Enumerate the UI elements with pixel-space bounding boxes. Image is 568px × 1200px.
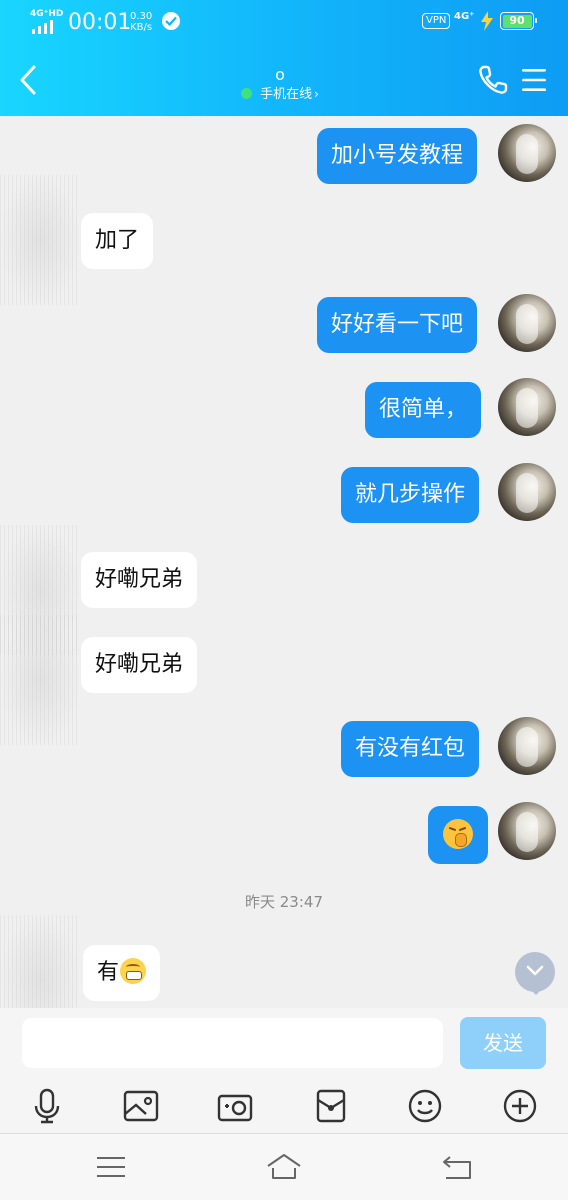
scroll-to-bottom-button[interactable] <box>515 952 555 995</box>
contact-avatar[interactable] <box>0 175 80 305</box>
chat-header: 4G⁺HD 00:01 0.30 KB/s VPN 4G⁺ 90 o 手机在线 › <box>0 0 568 116</box>
speed-value: 0.30 <box>130 11 153 22</box>
composer: 发送 <box>0 1008 568 1078</box>
check-icon <box>162 12 180 30</box>
send-button[interactable]: 发送 <box>460 1017 546 1069</box>
back-icon[interactable] <box>440 1152 476 1182</box>
outgoing-message[interactable]: 好好看一下吧 <box>317 297 478 353</box>
outgoing-message[interactable]: 有没有红包 <box>341 721 480 777</box>
system-nav-bar <box>0 1134 568 1200</box>
network-label: 4G⁺HD <box>30 9 64 19</box>
status-time: 00:01 <box>68 10 132 35</box>
image-icon[interactable] <box>122 1088 160 1124</box>
outgoing-message[interactable]: 就几步操作 <box>341 467 480 523</box>
my-avatar[interactable] <box>498 802 556 860</box>
net-type: 4G⁺ <box>454 11 475 22</box>
contact-name[interactable]: o <box>200 66 360 84</box>
my-avatar[interactable] <box>498 378 556 436</box>
online-status[interactable]: 手机在线 › <box>200 86 360 103</box>
incoming-message-text: 有 <box>97 960 120 985</box>
home-icon[interactable] <box>266 1152 302 1182</box>
back-arrow-icon[interactable] <box>16 64 40 96</box>
network-speed: 0.30 KB/s <box>130 11 152 33</box>
online-dot <box>241 88 253 99</box>
charging-icon <box>481 11 493 31</box>
phone-call-icon[interactable] <box>477 64 509 96</box>
my-avatar[interactable] <box>498 294 556 352</box>
online-status-label: 手机在线 <box>260 87 313 102</box>
incoming-message[interactable]: 加了 <box>81 213 154 269</box>
message-timestamp: 昨天 23:47 <box>245 893 323 911</box>
status-bar: 4G⁺HD 00:01 0.30 KB/s VPN 4G⁺ 90 <box>0 0 568 44</box>
battery-icon: 90 <box>500 12 537 30</box>
chevron-right-icon: › <box>314 87 319 101</box>
speed-unit: KB/s <box>130 22 153 33</box>
signal-icon <box>32 20 53 34</box>
menu-icon[interactable] <box>521 66 547 94</box>
message-input[interactable] <box>22 1018 443 1068</box>
incoming-message[interactable]: 好嘞兄弟 <box>81 552 198 608</box>
incoming-message[interactable]: 好嘞兄弟 <box>81 637 198 693</box>
red-packet-icon[interactable] <box>312 1088 350 1124</box>
composer-toolbar <box>0 1078 568 1134</box>
emoji-icon[interactable] <box>406 1088 444 1124</box>
contact-avatar[interactable] <box>0 615 80 745</box>
camera-icon[interactable] <box>216 1088 254 1124</box>
plus-icon[interactable] <box>501 1088 539 1124</box>
shy-hand-face-emoji <box>443 819 473 849</box>
microphone-icon[interactable] <box>28 1088 66 1124</box>
my-avatar[interactable] <box>498 717 556 775</box>
battery-level: 90 <box>502 14 532 28</box>
outgoing-message[interactable]: 很简单， <box>365 382 482 438</box>
my-avatar[interactable] <box>498 124 556 182</box>
my-avatar[interactable] <box>498 463 556 521</box>
outgoing-message[interactable]: 加小号发教程 <box>317 128 478 184</box>
vpn-badge: VPN <box>422 13 451 29</box>
chevron-down-icon <box>526 965 544 976</box>
menu-icon[interactable] <box>93 1152 129 1182</box>
grin-emoji <box>120 958 147 984</box>
incoming-message[interactable]: 有 <box>83 945 161 1001</box>
outgoing-emoji-message[interactable] <box>428 806 488 864</box>
